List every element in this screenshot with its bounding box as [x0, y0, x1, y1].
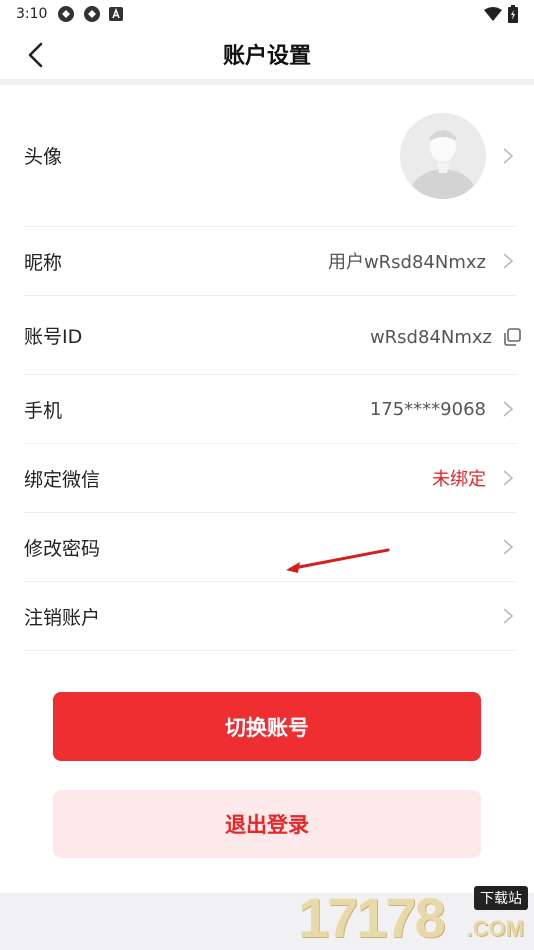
sync-icon [58, 6, 75, 22]
wifi-icon [484, 7, 502, 21]
row-label-nickname: 昵称 [24, 251, 63, 274]
wechat-status: 未绑定 [432, 469, 486, 490]
watermark-digits: 17178 [298, 886, 446, 949]
row-phone[interactable]: 手机 175****9068 [24, 375, 516, 444]
font-a-icon [109, 7, 124, 21]
row-label-phone: 手机 [24, 399, 63, 422]
watermark-badge: 下载站 [474, 886, 528, 910]
sync-icon [84, 6, 101, 22]
row-label-change-password: 修改密码 [24, 537, 101, 560]
switch-account-button[interactable]: 切换账号 [53, 692, 481, 761]
row-label-cancel-account: 注销账户 [24, 606, 101, 629]
annotation-arrow-icon [286, 548, 390, 573]
row-cancel-account[interactable]: 注销账户 [24, 582, 516, 651]
default-avatar-icon [400, 112, 486, 199]
row-nickname[interactable]: 昵称 用户wRsd84Nmxz [24, 227, 516, 296]
row-change-password[interactable]: 修改密码 [24, 513, 516, 582]
row-account-id: 账号ID wRsd84Nmxz [24, 296, 521, 375]
copy-icon[interactable] [502, 327, 522, 347]
row-label-avatar: 头像 [24, 146, 63, 168]
row-label-wechat: 绑定微信 [24, 468, 101, 491]
settings-list: 头像 昵称 用户wRsd84Nmxz 账号ID wRsd84Nmxz 手机 17… [24, 85, 521, 651]
chevron-left-icon [28, 42, 43, 68]
status-icons-left [57, 5, 124, 23]
row-label-account-id: 账号ID [24, 325, 83, 348]
account-id-value: wRsd84Nmxz [369, 326, 492, 348]
back-button[interactable] [20, 40, 50, 70]
status-time: 3:10 [16, 6, 48, 22]
battery-icon [508, 5, 518, 23]
avatar[interactable] [400, 112, 486, 199]
chevron-right-icon [503, 401, 514, 417]
page-title: 账户设置 [222, 44, 311, 69]
watermark: 17178 下载站 .COM [298, 886, 528, 946]
status-bar: 3:10 [0, 0, 534, 28]
row-avatar[interactable]: 头像 [24, 85, 516, 227]
chevron-right-icon [503, 608, 514, 624]
nav-bar: 账户设置 [0, 28, 534, 80]
chevron-right-icon [503, 147, 514, 164]
status-icons-right [484, 5, 518, 23]
phone-value: 175****9068 [369, 398, 486, 420]
chevron-right-icon [503, 253, 514, 269]
chevron-right-icon [503, 539, 514, 555]
logout-button[interactable]: 退出登录 [53, 790, 481, 858]
chevron-right-icon [503, 470, 514, 486]
nickname-value: 用户wRsd84Nmxz [327, 252, 486, 273]
watermark-suffix: .COM [466, 916, 524, 941]
row-wechat[interactable]: 绑定微信 未绑定 [24, 444, 516, 513]
